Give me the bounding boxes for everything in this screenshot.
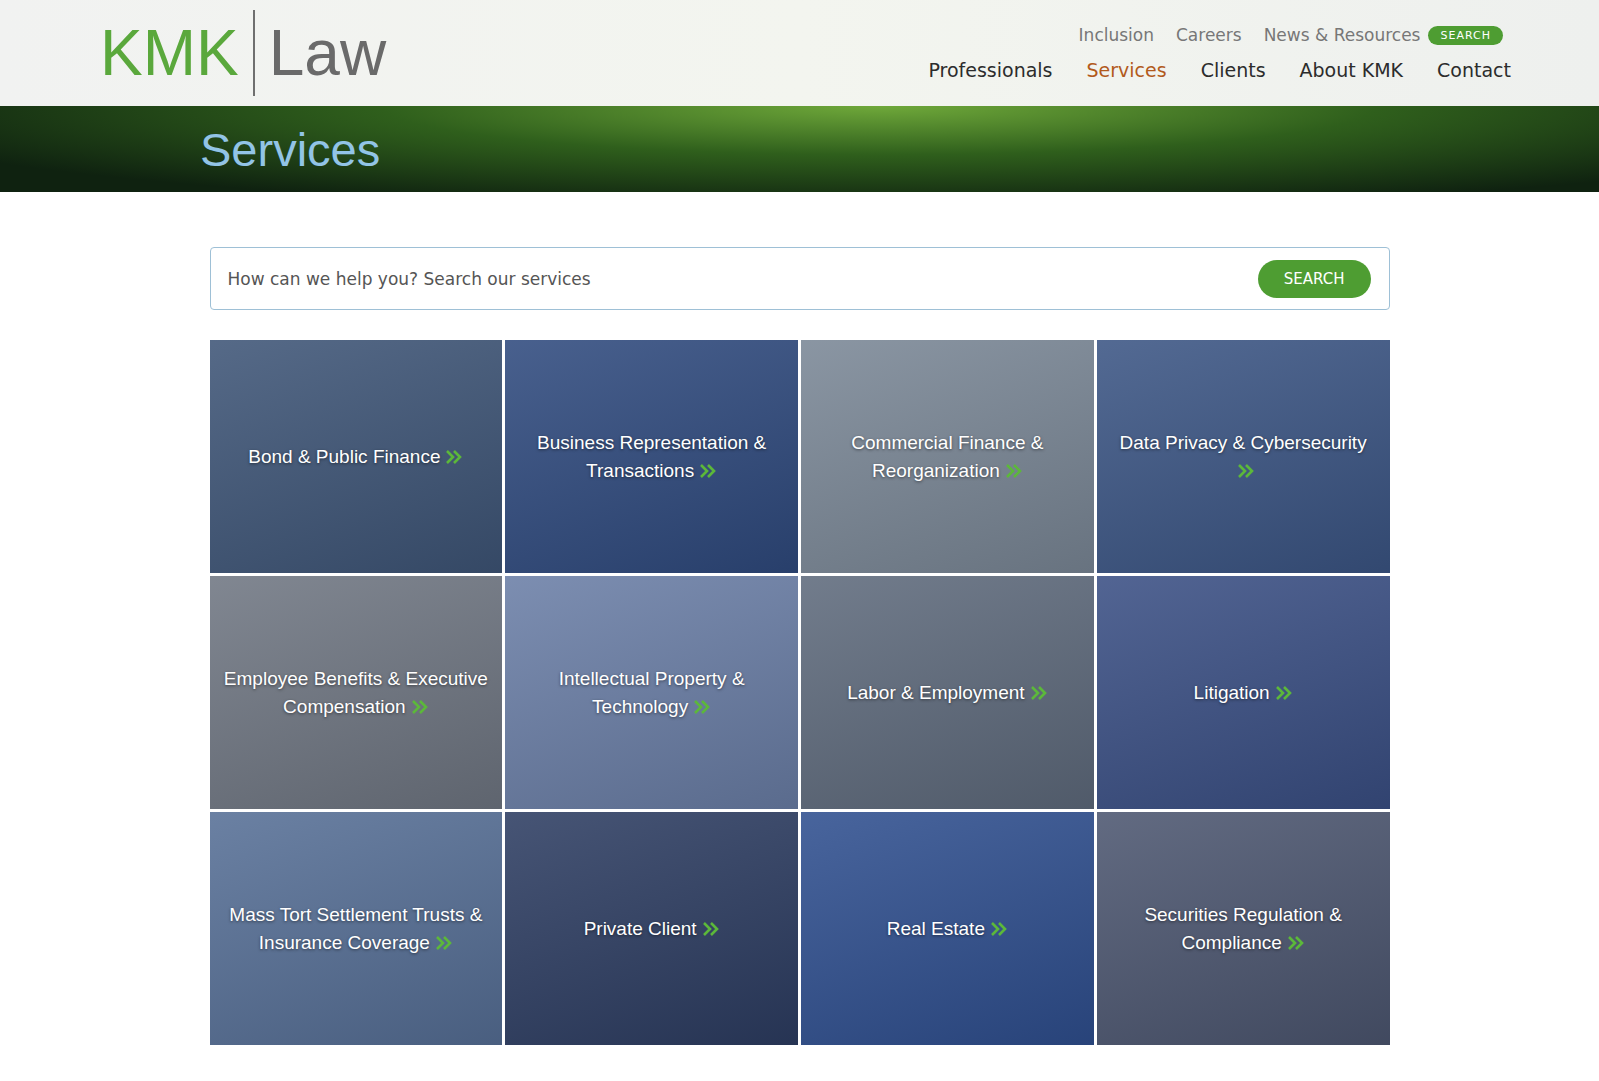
banner: Services — [0, 106, 1599, 192]
service-tile[interactable]: Real Estate — [801, 812, 1094, 1045]
nav-column: Inclusion Careers News & Resources SEARCH Pr… — [928, 25, 1511, 81]
double-chevron-icon — [693, 699, 711, 715]
service-label: Bond & Public Finance — [248, 443, 463, 471]
page: KMK Law Inclusion Careers News & Resources SE… — [0, 0, 1599, 1081]
service-label: Labor & Employment — [847, 679, 1047, 707]
double-chevron-icon — [699, 463, 717, 479]
double-chevron-icon — [1005, 463, 1023, 479]
service-label: Real Estate — [887, 915, 1008, 943]
service-tile[interactable]: Mass Tort Settlement Trusts & Insurance … — [210, 812, 503, 1045]
service-label: Commercial Finance & Reorganization — [813, 429, 1082, 484]
main-nav-link[interactable]: About KMK — [1300, 59, 1404, 81]
search-button[interactable]: SEARCH — [1258, 260, 1371, 298]
service-label: Mass Tort Settlement Trusts & Insurance … — [222, 901, 491, 956]
double-chevron-icon — [1287, 935, 1305, 951]
service-tile[interactable]: Intellectual Property & Technology — [505, 576, 798, 809]
service-label: Securities Regulation & Compliance — [1109, 901, 1378, 956]
service-tile[interactable]: Private Client — [505, 812, 798, 1045]
double-chevron-icon — [411, 699, 429, 715]
service-tile[interactable]: Data Privacy & Cybersecurity — [1097, 340, 1390, 573]
service-label: Private Client — [584, 915, 720, 943]
main-nav-link[interactable]: Services — [1087, 59, 1167, 81]
double-chevron-icon — [990, 921, 1008, 937]
utility-nav: Inclusion Careers News & Resources SEARCH — [1079, 25, 1511, 45]
service-tile[interactable]: Commercial Finance & Reorganization — [801, 340, 1094, 573]
utility-link[interactable]: Careers — [1176, 25, 1242, 45]
double-chevron-icon — [435, 935, 453, 951]
main-nav-link[interactable]: Clients — [1201, 59, 1266, 81]
service-label: Business Representation & Transactions — [517, 429, 786, 484]
logo-primary: KMK — [100, 21, 239, 85]
service-tile[interactable]: Litigation — [1097, 576, 1390, 809]
main-nav-link[interactable]: Professionals — [928, 59, 1052, 81]
service-label: Intellectual Property & Technology — [517, 665, 786, 720]
service-tile[interactable]: Bond & Public Finance — [210, 340, 503, 573]
service-tile[interactable]: Labor & Employment — [801, 576, 1094, 809]
service-tile[interactable]: Securities Regulation & Compliance — [1097, 812, 1390, 1045]
service-label: Employee Benefits & Executive Compensati… — [222, 665, 491, 720]
header: KMK Law Inclusion Careers News & Resources SE… — [0, 0, 1599, 106]
double-chevron-icon — [1030, 685, 1048, 701]
main-nav-link[interactable]: Contact — [1437, 59, 1511, 81]
search-input[interactable] — [226, 268, 1246, 290]
double-chevron-icon — [702, 921, 720, 937]
logo-secondary: Law — [269, 21, 386, 85]
services-grid: Bond & Public Finance Business Representa… — [210, 340, 1390, 1045]
service-tile[interactable]: Employee Benefits & Executive Compensati… — [210, 576, 503, 809]
service-label: Data Privacy & Cybersecurity — [1109, 429, 1378, 484]
banner-title: Services — [200, 122, 380, 177]
search-pill[interactable]: SEARCH — [1428, 26, 1503, 45]
double-chevron-icon — [1275, 685, 1293, 701]
double-chevron-icon — [1237, 463, 1255, 479]
service-label: Litigation — [1194, 679, 1293, 707]
main-nav: Professionals Services Clients About KMK Con… — [928, 59, 1511, 81]
search-box: SEARCH — [210, 247, 1390, 310]
utility-link[interactable]: News & Resources — [1264, 25, 1421, 45]
service-tile[interactable]: Business Representation & Transactions — [505, 340, 798, 573]
content: SEARCH Bond & Public Finance Business Repr… — [210, 247, 1390, 1045]
double-chevron-icon — [445, 449, 463, 465]
logo-divider — [253, 10, 255, 96]
logo[interactable]: KMK Law — [100, 10, 386, 96]
utility-link[interactable]: Inclusion — [1079, 25, 1154, 45]
